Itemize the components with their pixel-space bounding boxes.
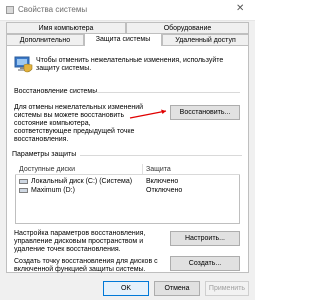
configure-button[interactable]: Настроить... [170,231,240,246]
drive-icon [19,179,28,184]
drive-name[interactable]: Maximum (D:) [31,187,75,194]
window-title: Свойства системы [18,5,88,14]
arrow-annotation-icon [129,109,167,119]
configure-desc-line3: удаление точек восстановления. [14,246,121,253]
column-header-drives[interactable]: Доступные диски [19,166,75,173]
list-header-rule [15,174,240,175]
restore-desc-line5: восстановления. [14,136,69,143]
restore-desc-line1: Для отмены нежелательных изменений [14,104,144,111]
restore-desc-line4: соответствующее предыдущей точке [14,128,135,135]
create-button[interactable]: Создать... [170,256,240,271]
drive-name[interactable]: Локальный диск (C:) (Система) [31,178,132,185]
drive-status: Отключено [146,187,183,194]
system-properties-icon [6,6,14,14]
intro-text-line1: Чтобы отменить нежелательные изменения, … [36,57,224,64]
protection-section-rule [80,155,242,156]
restore-desc-line2: системы вы можете восстановить [14,112,125,119]
protection-section-title: Параметры защиты [12,151,77,158]
create-desc-line1: Создать точку восстановления для дисков … [14,258,158,265]
drive-icon [19,188,28,193]
create-desc-line2: включенной функцией защиты системы. [14,266,146,273]
configure-desc-line2: управление дисковым пространством и [14,238,144,245]
restore-desc-line3: состояние компьютера, [14,120,91,127]
drive-status: Включено [146,178,179,185]
column-header-protection[interactable]: Защита [146,166,171,173]
apply-button[interactable]: Применить [205,281,249,296]
column-separator [142,164,143,174]
computer-shield-icon [14,56,33,73]
tab-system-protection[interactable]: Защита системы [84,33,162,46]
restore-section-title: Восстановление системы [14,88,98,95]
cancel-button[interactable]: Отмена [154,281,200,296]
ok-button[interactable]: OK [103,281,149,296]
intro-text-line2: защиту системы. [36,65,92,72]
restore-button[interactable]: Восстановить... [170,105,240,120]
configure-desc-line1: Настройка параметров восстановления, [14,230,146,237]
close-icon[interactable]: ✕ [236,4,244,14]
restore-section-rule [96,92,240,93]
